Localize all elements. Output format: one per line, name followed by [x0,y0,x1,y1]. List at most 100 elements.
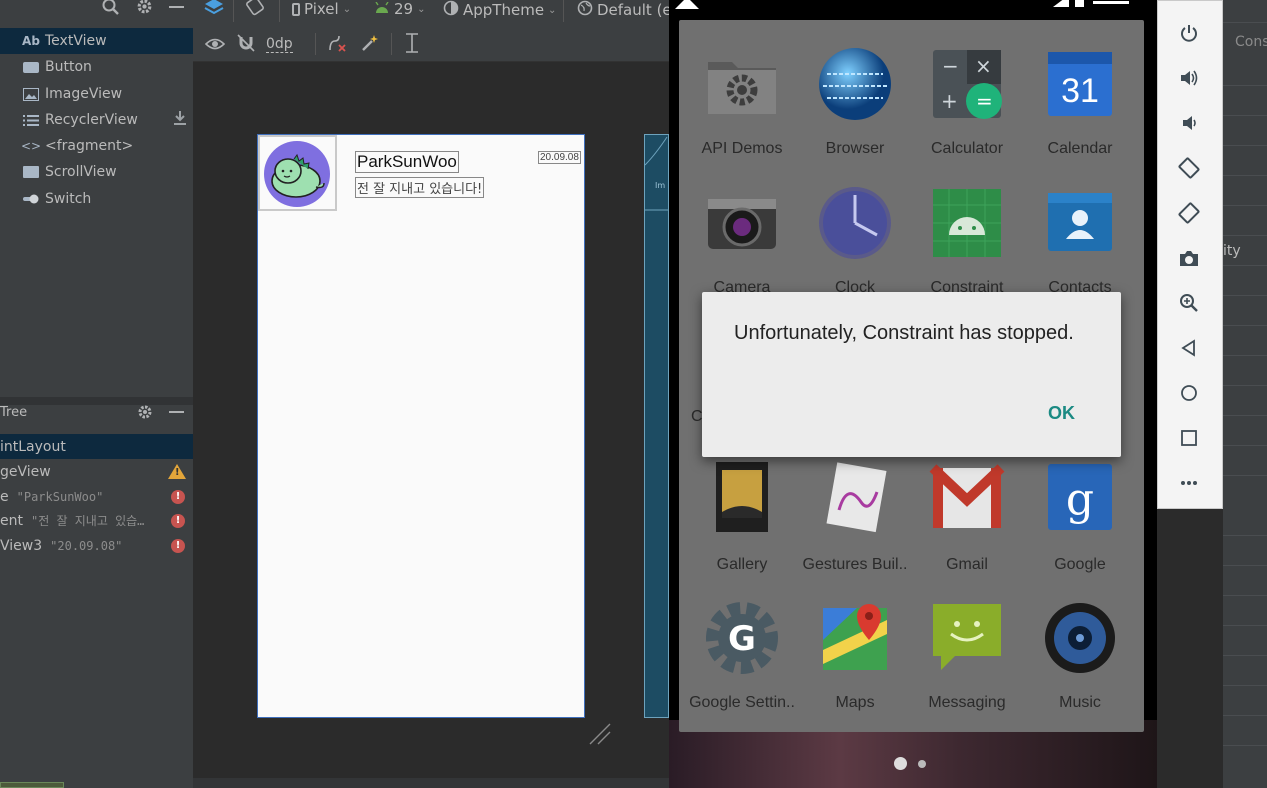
app-camera[interactable]: Camera [686,185,798,297]
app-google[interactable]: g Google [1024,462,1136,574]
tree-row[interactable]: View3 "20.09.08" ! [0,533,193,558]
horizontal-scrollbar[interactable] [193,778,669,788]
error-icon[interactable]: ! [171,489,185,504]
back-icon[interactable] [1176,335,1202,361]
app-contacts[interactable]: Contacts [1024,185,1136,297]
default-margin[interactable]: 0dp [266,36,293,53]
eye-icon[interactable] [204,36,226,55]
tree-row-sub: "전 잘 지내고 있습… [30,514,145,528]
tree-row[interactable]: geView ! [0,459,193,484]
palette-item-imageview[interactable]: ImageView [0,81,193,107]
theme-icon [443,0,459,20]
palette-item-recyclerview[interactable]: RecyclerView [0,107,193,133]
volume-down-icon[interactable] [1176,110,1202,136]
layers-icon[interactable] [203,0,225,22]
zoom-in-icon[interactable] [1176,290,1202,316]
palette-item-button[interactable]: Button [0,54,193,80]
volume-up-icon[interactable] [1176,65,1202,91]
palette-item-label: Button [45,59,92,75]
app-label: API Demos [701,140,783,157]
app-gallery[interactable]: Gallery [686,462,798,574]
contacts-icon [1042,185,1118,261]
clear-constraints-icon[interactable] [327,33,347,57]
resize-handle-icon[interactable] [588,722,613,747]
emulator-controls [1157,0,1223,509]
gmail-icon [929,462,1005,538]
magic-wand-icon[interactable] [360,33,380,57]
error-icon[interactable]: ! [171,538,185,553]
button-icon [22,61,40,73]
palette-item-label: ImageView [45,86,123,102]
rotate-left-icon[interactable] [1176,155,1202,181]
palette-item-switch[interactable]: Switch [0,186,193,212]
design-preview[interactable] [257,134,585,718]
orientation-icon[interactable] [245,0,265,20]
more-icon[interactable] [1176,470,1202,496]
app-label: Gestures Buil.. [802,556,908,573]
design-date-text[interactable]: 20.09.08 [538,151,581,164]
app-gestures-builder[interactable]: Gestures Buil.. [799,462,911,574]
locale-selector[interactable]: Default (e [577,0,672,20]
app-gmail[interactable]: Gmail [911,462,1023,574]
minimize-icon[interactable] [169,411,184,413]
palette-item-label: <fragment> [45,138,134,154]
svg-text:=: = [976,89,993,113]
device-selector[interactable]: Pixel ⌄ [292,0,351,18]
tree-row[interactable]: ent "전 잘 지내고 있습… ! [0,508,193,533]
theme-selector[interactable]: AppTheme ⌄ [443,0,556,20]
tree-row[interactable]: e "ParkSunWoo" ! [0,484,193,509]
component-tree-title: Tree [0,405,28,420]
android-icon [929,185,1005,261]
app-messaging[interactable]: Messaging [911,600,1023,712]
page-indicator-active [894,757,907,770]
tree-row-label: e [0,488,9,505]
app-calendar[interactable]: 31 Calendar [1024,46,1136,158]
app-music[interactable]: Music [1024,600,1136,712]
app-api-demos[interactable]: API Demos [686,46,798,158]
palette-item-fragment[interactable]: <> <fragment> [0,133,193,159]
palette-item-label: ScrollView [45,164,117,180]
warning-icon[interactable]: ! [168,464,186,479]
app-label: Google [1054,556,1106,573]
page-indicator [918,760,926,768]
palette-item-scrollview[interactable]: ScrollView [0,159,193,185]
palette-item-label: TextView [45,33,107,49]
app-clock[interactable]: Clock [799,185,911,297]
emulator-screen[interactable]: API Demos Browser − × + = Calculator 31 Cal… [669,0,1157,788]
minimize-icon[interactable] [169,6,184,8]
tree-row[interactable]: intLayout [0,434,193,459]
download-icon[interactable] [173,110,187,130]
overview-icon[interactable] [1176,425,1202,451]
app-google-settings[interactable]: G Google Settin.. [686,600,798,712]
design-message-text[interactable]: 전 잘 지내고 있습니다! [355,177,485,198]
app-constraint[interactable]: Constraint [911,185,1023,297]
chevron-down-icon: ⌄ [342,3,352,15]
tree-row-label: intLayout [0,438,66,455]
error-icon[interactable]: ! [171,513,185,528]
app-maps[interactable]: Maps [799,600,911,712]
app-label: Google Settin.. [689,694,795,711]
guidelines-icon[interactable] [403,32,421,58]
gear-icon[interactable] [136,0,153,19]
palette-item-textview[interactable]: Ab TextView [0,28,193,54]
tree-row-label: ent [0,512,23,529]
camera-icon[interactable] [1176,245,1202,271]
bottom-tool-tab[interactable] [0,782,64,788]
gear-icon[interactable] [137,404,153,424]
blueprint-preview[interactable]: Im [644,134,670,718]
power-icon[interactable] [1176,20,1202,46]
locale-label: Default (e [597,1,672,19]
design-name-text[interactable]: ParkSunWoo [355,151,459,173]
api-selector[interactable]: 29 ⌄ [374,0,425,18]
app-calculator[interactable]: − × + = Calculator [911,46,1023,158]
clock-icon [817,185,893,261]
magnet-off-icon[interactable] [236,33,256,57]
palette-item-label: Switch [45,191,92,207]
home-icon[interactable] [1176,380,1202,406]
search-icon[interactable] [102,0,120,20]
rotate-right-icon[interactable] [1176,200,1202,226]
ok-button[interactable]: OK [1048,403,1075,424]
globe-icon [577,0,593,20]
avatar [264,141,330,207]
app-browser[interactable]: Browser [799,46,911,158]
